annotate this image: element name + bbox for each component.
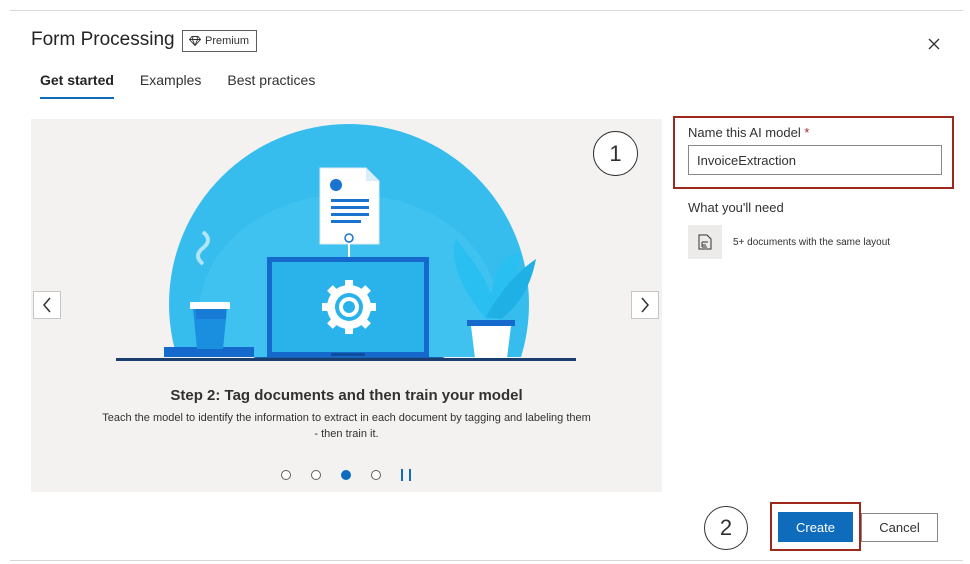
chevron-right-icon	[641, 297, 649, 313]
dialog-bottom-border	[10, 560, 963, 561]
carousel-dot-1[interactable]	[281, 470, 291, 480]
dialog-top-border	[10, 10, 963, 11]
diamond-icon	[189, 36, 201, 46]
premium-badge: Premium	[182, 30, 258, 52]
required-marker: *	[804, 125, 810, 140]
pause-icon[interactable]	[401, 469, 411, 481]
model-name-label: Name this AI model *	[688, 125, 810, 140]
requirement-item: 5+ documents with the same layout	[733, 237, 891, 248]
carousel-pagination	[281, 469, 411, 481]
close-button[interactable]	[926, 36, 942, 52]
carousel-step-description: Teach the model to identify the informat…	[102, 412, 591, 440]
carousel-next-button[interactable]	[631, 291, 659, 319]
model-name-input[interactable]	[688, 145, 942, 175]
tab-best-practices[interactable]: Best practices	[218, 72, 324, 99]
callout-marker-1: 1	[593, 131, 638, 176]
train-model-illustration	[116, 124, 576, 361]
carousel-prev-button[interactable]	[33, 291, 61, 319]
tab-get-started[interactable]: Get started	[31, 72, 123, 99]
cancel-button[interactable]: Cancel	[861, 513, 938, 542]
carousel-dot-2[interactable]	[311, 470, 321, 480]
tab-examples[interactable]: Examples	[131, 72, 210, 99]
tab-bar: Get started Examples Best practices	[31, 72, 332, 99]
gear-graphic	[322, 280, 376, 334]
document-layout-icon	[688, 225, 722, 259]
create-button[interactable]: Create	[778, 512, 853, 542]
premium-label: Premium	[205, 35, 250, 47]
document-graphic	[319, 167, 380, 245]
carousel-dot-4[interactable]	[371, 470, 381, 480]
onboarding-carousel: Step 2: Tag documents and then train you…	[31, 119, 662, 492]
carousel-dot-3[interactable]	[341, 470, 351, 480]
close-icon	[928, 38, 940, 50]
requirements-heading: What you'll need	[688, 200, 784, 215]
dialog-title: Form Processing	[31, 29, 175, 50]
carousel-step-title: Step 2: Tag documents and then train you…	[170, 387, 523, 404]
callout-marker-2: 2	[704, 506, 748, 550]
chevron-left-icon	[43, 297, 51, 313]
